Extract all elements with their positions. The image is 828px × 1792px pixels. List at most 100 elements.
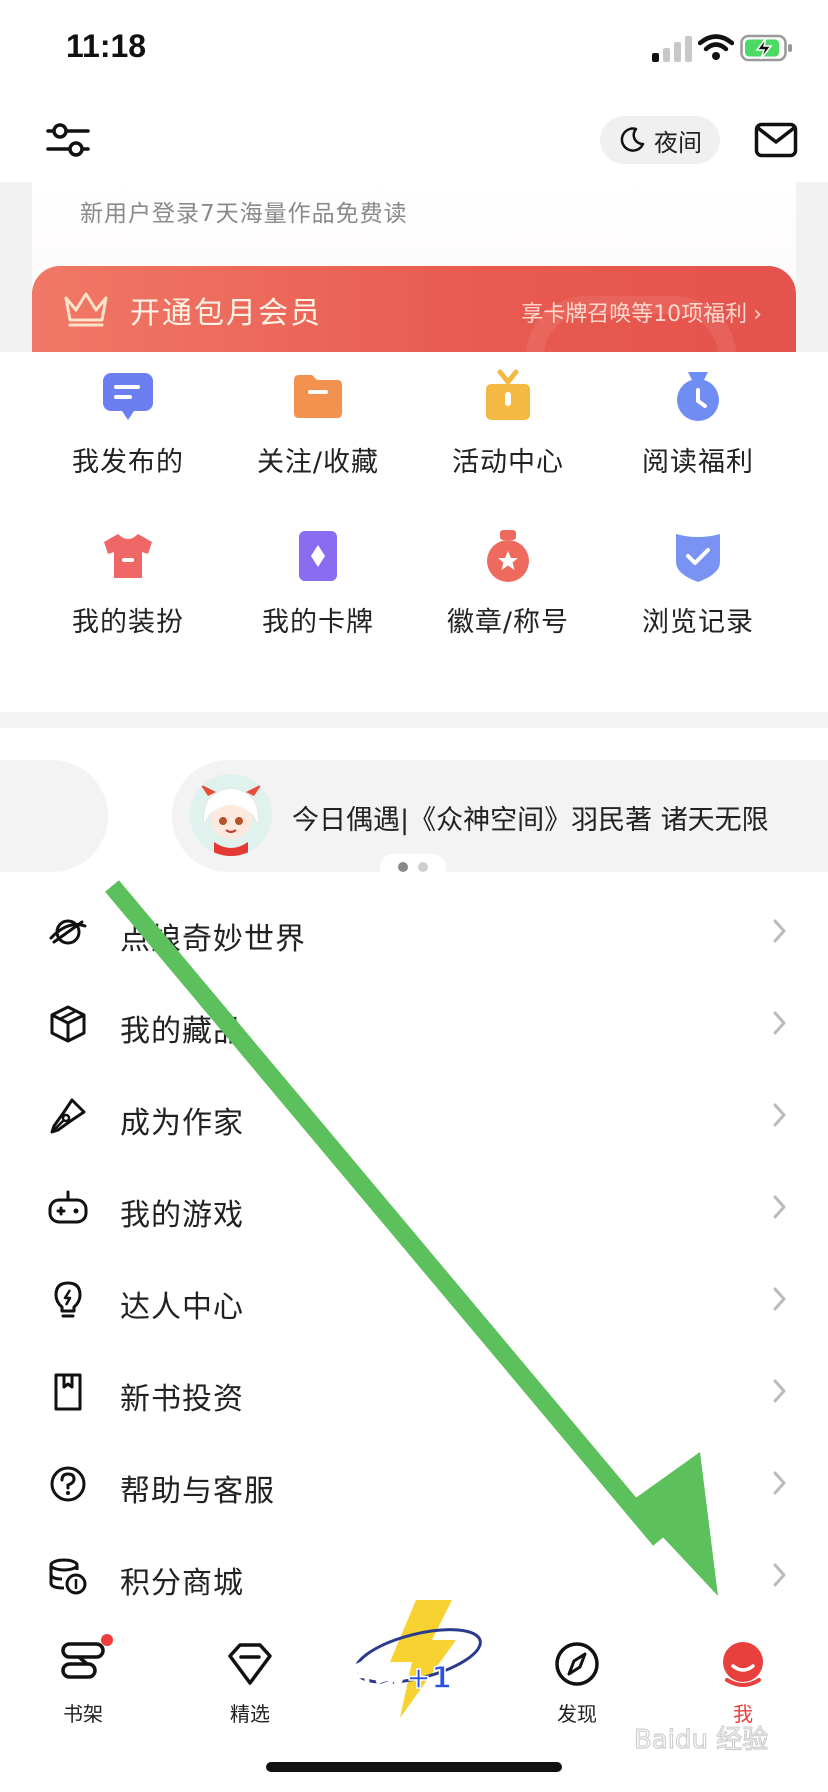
grid-item-badges-titles[interactable]: 徽章/称号 <box>408 512 608 652</box>
gamepad-icon <box>48 1190 88 1224</box>
mail-icon[interactable] <box>754 122 798 158</box>
chevron-right-icon <box>773 1379 786 1403</box>
chevron-right-icon <box>773 1011 786 1035</box>
menu-item-expert-center[interactable]: 达人中心 <box>0 1256 828 1348</box>
cube-icon <box>50 1005 86 1043</box>
status-bar: 11:18 <box>0 0 828 100</box>
tab-label: 书架 <box>63 1702 103 1726</box>
menu-label: 我的游戏 <box>120 1198 244 1233</box>
grid-label: 阅读福利 <box>642 447 754 478</box>
baidu-watermark: Baidu 经验 <box>634 1724 769 1755</box>
profile-icon-wrap <box>719 1640 767 1688</box>
feature-grid: 我发布的 关注/收藏 活动中心 阅读福利 我的装扮 我的卡牌 徽章/称号 浏览记… <box>0 352 828 712</box>
tshirt-icon <box>104 534 152 578</box>
upgrade-promo-button[interactable]: 升级+1 <box>340 1596 490 1722</box>
vip-membership-banner[interactable]: 开通包月会员 享卡牌召唤等10项福利 › <box>32 266 796 352</box>
notification-badge <box>101 1634 113 1646</box>
tab-label: 精选 <box>230 1702 270 1726</box>
grid-item-follow-favorites[interactable]: 关注/收藏 <box>218 352 418 492</box>
clock-bag-icon <box>677 372 719 421</box>
medal-icon <box>487 530 529 582</box>
grid-label: 活动中心 <box>452 447 564 478</box>
carousel-page-indicator <box>380 854 446 880</box>
tab-label: 发现 <box>557 1702 597 1726</box>
chevron-right-icon <box>773 1195 786 1219</box>
chevron-right-icon: › <box>753 302 762 327</box>
section-divider <box>0 712 828 728</box>
compass-icon <box>555 1642 599 1686</box>
page-dot <box>418 862 428 872</box>
grid-item-reading-benefits[interactable]: 阅读福利 <box>598 352 798 492</box>
grid-label: 我的卡牌 <box>262 607 374 638</box>
menu-label: 我的藏品 <box>120 1014 244 1049</box>
grid-item-my-outfits[interactable]: 我的装扮 <box>28 512 228 652</box>
upgrade-promo-label: 升级+1 <box>346 1661 452 1696</box>
chevron-right-icon <box>773 1103 786 1127</box>
menu-item-new-book-investment[interactable]: 新书投资 <box>0 1348 828 1440</box>
filter-settings-icon[interactable] <box>46 118 90 162</box>
tab-discover[interactable]: 发现 <box>527 1636 627 1736</box>
menu-item-become-writer[interactable]: 成为作家 <box>0 1072 828 1164</box>
planet-icon <box>49 919 87 945</box>
night-mode-label: 夜间 <box>654 128 702 157</box>
folder-icon <box>294 375 342 418</box>
grid-label: 我发布的 <box>72 447 184 478</box>
card-icon <box>299 531 337 581</box>
vip-benefit-link[interactable]: 享卡牌召唤等10项福利 › <box>521 296 762 328</box>
vip-title: 开通包月会员 <box>130 296 322 331</box>
carousel-text: 今日偶遇|《众神空间》羽民著 诸天无限 <box>292 805 769 836</box>
chevron-right-icon <box>773 1287 786 1311</box>
grid-label: 我的装扮 <box>72 607 184 638</box>
home-indicator <box>266 1762 562 1772</box>
help-icon <box>50 1466 86 1502</box>
avatar <box>190 774 272 856</box>
pen-icon <box>50 1098 86 1134</box>
diamond-icon-wrap <box>226 1640 274 1688</box>
tab-bookshelf[interactable]: 书架 <box>33 1634 133 1736</box>
anime-avatar-illustration <box>190 774 272 856</box>
page-dot-active <box>398 862 408 872</box>
grid-item-my-posts[interactable]: 我发布的 <box>28 352 228 492</box>
bookshelf-icon-wrap <box>59 1634 113 1688</box>
menu-item-my-collection[interactable]: 我的藏品 <box>0 980 828 1072</box>
profile-icon <box>723 1642 763 1687</box>
grid-label: 浏览记录 <box>642 607 754 638</box>
cellular-signal-icon <box>652 36 692 62</box>
grid-item-browsing-history[interactable]: 浏览记录 <box>598 512 798 652</box>
new-user-promo-text: 新用户登录7天海量作品免费读 <box>80 201 408 227</box>
grid-item-my-cards[interactable]: 我的卡牌 <box>218 512 418 652</box>
battery-charging-icon <box>740 34 792 62</box>
grid-item-activity-center[interactable]: 活动中心 <box>408 352 608 492</box>
carousel-previous-card[interactable] <box>0 760 108 872</box>
menu-label: 点娘奇妙世界 <box>120 922 306 957</box>
gift-icon <box>486 369 530 420</box>
vip-benefit-text: 享卡牌召唤等10项福利 <box>521 302 748 327</box>
menu-item-wonderful-world[interactable]: 点娘奇妙世界 <box>0 888 828 980</box>
lightbulb-icon <box>54 1281 82 1318</box>
tab-featured[interactable]: 精选 <box>200 1636 300 1736</box>
menu-item-help-support[interactable]: 帮助与客服 <box>0 1440 828 1532</box>
message-icon <box>103 373 153 420</box>
bookmark-icon <box>54 1373 82 1411</box>
compass-icon-wrap <box>553 1640 601 1688</box>
crown-icon <box>64 292 108 327</box>
status-time: 11:18 <box>66 28 147 64</box>
menu-label: 成为作家 <box>120 1106 244 1141</box>
night-mode-button[interactable]: 夜间 <box>600 116 720 164</box>
menu-label: 新书投资 <box>120 1382 244 1417</box>
menu-label: 积分商城 <box>120 1566 244 1601</box>
daily-encounter-carousel[interactable]: 今日偶遇|《众神空间》羽民著 诸天无限 <box>0 744 828 880</box>
watermark-text: Baidu 经验 <box>634 1725 768 1755</box>
chevron-right-icon <box>773 919 786 943</box>
grid-label: 关注/收藏 <box>256 447 380 478</box>
history-shield-icon <box>676 534 720 582</box>
chevron-right-icon <box>773 1471 786 1495</box>
wifi-icon <box>698 34 734 60</box>
moon-icon <box>620 127 645 152</box>
carousel-card[interactable]: 今日偶遇|《众神空间》羽民著 诸天无限 <box>172 760 828 872</box>
grid-label: 徽章/称号 <box>446 607 570 638</box>
diamond-icon <box>228 1643 272 1685</box>
menu-item-my-games[interactable]: 我的游戏 <box>0 1164 828 1256</box>
menu-label: 达人中心 <box>120 1290 244 1325</box>
menu-label: 帮助与客服 <box>120 1474 275 1509</box>
